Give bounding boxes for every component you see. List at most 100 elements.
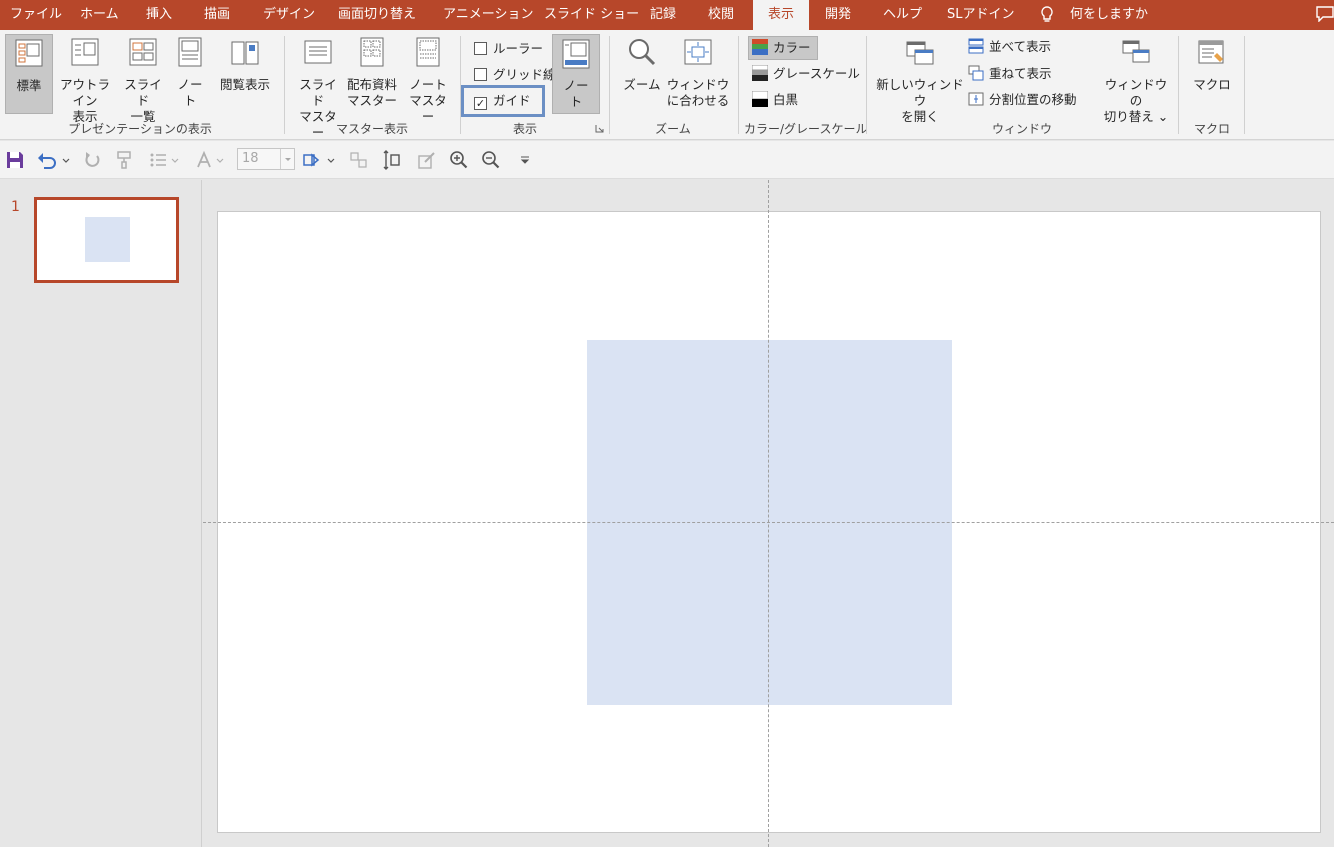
align-middle-icon[interactable]: [382, 150, 402, 170]
cascade-label: 重ねて表示: [989, 66, 1052, 81]
tab-transitions[interactable]: 画面切り替え: [338, 0, 416, 30]
black-white-button[interactable]: 白黒: [752, 89, 798, 111]
font-size-value: 18: [242, 151, 259, 166]
tab-help[interactable]: ヘルプ: [883, 0, 922, 30]
tab-insert[interactable]: 挿入: [146, 0, 172, 30]
reading-view-icon: [231, 41, 259, 65]
font-size-dropdown[interactable]: [280, 149, 294, 169]
tab-animations[interactable]: アニメーション: [443, 0, 533, 30]
color-label: カラー: [773, 40, 811, 55]
notes-master-button[interactable]: ノート マスター: [404, 34, 452, 125]
reading-view-button[interactable]: 閲覧表示: [215, 34, 275, 93]
magnifier-icon: [629, 39, 656, 66]
switch-windows-label-2: 切り替え ⌄: [1103, 109, 1169, 124]
normal-view-icon: [15, 39, 43, 67]
guides-checkbox[interactable]: ✓ ガイド: [474, 90, 531, 112]
bullets-icon[interactable]: [148, 150, 182, 170]
lightbulb-icon[interactable]: [1040, 6, 1054, 24]
tab-slideshow[interactable]: スライド ショー: [544, 0, 639, 30]
vertical-guide[interactable]: [768, 180, 769, 847]
switch-windows-label-1: ウィンドウの: [1104, 77, 1168, 108]
gridlines-checkbox[interactable]: グリッド線: [474, 64, 556, 86]
normal-view-button[interactable]: 標準: [5, 34, 53, 114]
macros-button[interactable]: マクロ: [1188, 34, 1236, 93]
tab-record[interactable]: 記録: [650, 0, 676, 30]
grayscale-button[interactable]: グレースケール: [752, 63, 860, 85]
font-size-combobox[interactable]: 18: [237, 148, 295, 170]
notes-page-icon: [178, 37, 202, 67]
fit-to-window-icon: [684, 39, 712, 65]
gridlines-label: グリッド線: [493, 67, 556, 82]
notes-toggle-label-1: ノー: [563, 78, 589, 93]
undo-icon[interactable]: [37, 150, 71, 170]
handout-master-button[interactable]: 配布資料 マスター: [344, 34, 400, 109]
ruler-checkbox-box[interactable]: [474, 42, 487, 55]
shapes-icon[interactable]: [302, 150, 338, 170]
group-label-zoom: ズーム: [655, 122, 691, 136]
save-icon[interactable]: [5, 150, 25, 170]
zoom-button[interactable]: ズーム: [620, 34, 664, 93]
tab-review[interactable]: 校閲: [708, 0, 734, 30]
slide-number: 1: [11, 199, 20, 215]
arrange-all-button[interactable]: 並べて表示: [968, 36, 1051, 58]
group-label-presentation-views: プレゼンテーションの表示: [68, 122, 212, 136]
group-label-color: カラー/グレースケール: [744, 122, 868, 136]
new-window-button[interactable]: 新しいウィンドウ を開く: [876, 34, 964, 125]
arrange-all-icon: [968, 38, 984, 54]
move-split-button[interactable]: 分割位置の移動: [968, 89, 1077, 111]
macros-icon: [1198, 40, 1224, 64]
notes-page-button[interactable]: ノー ト: [171, 34, 209, 109]
tab-sl-addin[interactable]: SLアドイン: [947, 0, 1015, 30]
outline-view-label-1: アウトライン: [59, 77, 110, 108]
cascade-button[interactable]: 重ねて表示: [968, 63, 1052, 85]
notes-toggle-button[interactable]: ノー ト: [552, 34, 600, 114]
reading-view-label: 閲覧表示: [219, 77, 270, 92]
handout-master-icon: [360, 37, 384, 67]
zoom-out-icon[interactable]: [481, 150, 501, 170]
slide-thumbnail-pane: 1: [0, 180, 202, 847]
format-painter-icon[interactable]: [115, 150, 135, 170]
horizontal-guide[interactable]: [203, 522, 1334, 523]
outline-view-button[interactable]: アウトライン 表示: [54, 34, 116, 125]
new-window-label-1: 新しいウィンドウ: [876, 77, 964, 108]
zoom-in-icon[interactable]: [449, 150, 469, 170]
redo-icon[interactable]: [82, 150, 102, 170]
tab-developer[interactable]: 開発: [825, 0, 851, 30]
ruler-checkbox[interactable]: ルーラー: [474, 38, 543, 60]
comment-icon[interactable]: [1316, 6, 1334, 22]
tell-me-search[interactable]: 何をしますか: [1070, 0, 1148, 30]
black-white-icon: [752, 91, 768, 107]
group-separator: [460, 36, 461, 134]
customize-qat-icon[interactable]: [518, 150, 532, 170]
slide-thumbnail[interactable]: [34, 197, 179, 283]
slide-editing-area: [203, 180, 1334, 847]
slide-master-label-1: スライド: [299, 77, 337, 108]
tab-file[interactable]: ファイル: [10, 0, 62, 30]
color-swatch-icon: [752, 39, 768, 55]
ribbon-tab-bar: ファイル ホーム 挿入 描画 デザイン 画面切り替え アニメーション スライド …: [0, 0, 1334, 30]
edit-shape-icon[interactable]: [417, 150, 437, 170]
font-color-icon[interactable]: [195, 150, 229, 170]
switch-windows-button[interactable]: ウィンドウの 切り替え ⌄: [1100, 34, 1172, 125]
color-mode-button[interactable]: カラー: [748, 36, 818, 60]
tab-design[interactable]: デザイン: [263, 0, 315, 30]
slide-sorter-label-1: スライド: [124, 77, 162, 108]
tab-view[interactable]: 表示: [753, 0, 809, 30]
gridlines-checkbox-box[interactable]: [474, 68, 487, 81]
checkmark-icon: ✓: [475, 97, 486, 110]
group-objects-icon[interactable]: [349, 150, 369, 170]
slide-master-icon: [304, 40, 332, 64]
slide-sorter-button[interactable]: スライド 一覧: [119, 34, 167, 125]
macros-label: マクロ: [1193, 77, 1231, 92]
normal-view-label: 標準: [16, 78, 42, 93]
arrange-all-label: 並べて表示: [989, 39, 1052, 54]
guides-label: ガイド: [493, 93, 531, 108]
fit-to-window-button[interactable]: ウィンドウ に合わせる: [666, 34, 730, 109]
new-window-icon: [906, 41, 934, 65]
tab-draw[interactable]: 描画: [204, 0, 230, 30]
group-separator: [284, 36, 285, 134]
tab-home[interactable]: ホーム: [80, 0, 119, 30]
quick-access-toolbar: 18: [0, 141, 1334, 179]
dialog-launcher-icon[interactable]: [595, 124, 604, 133]
guides-checkbox-box[interactable]: ✓: [474, 97, 487, 110]
